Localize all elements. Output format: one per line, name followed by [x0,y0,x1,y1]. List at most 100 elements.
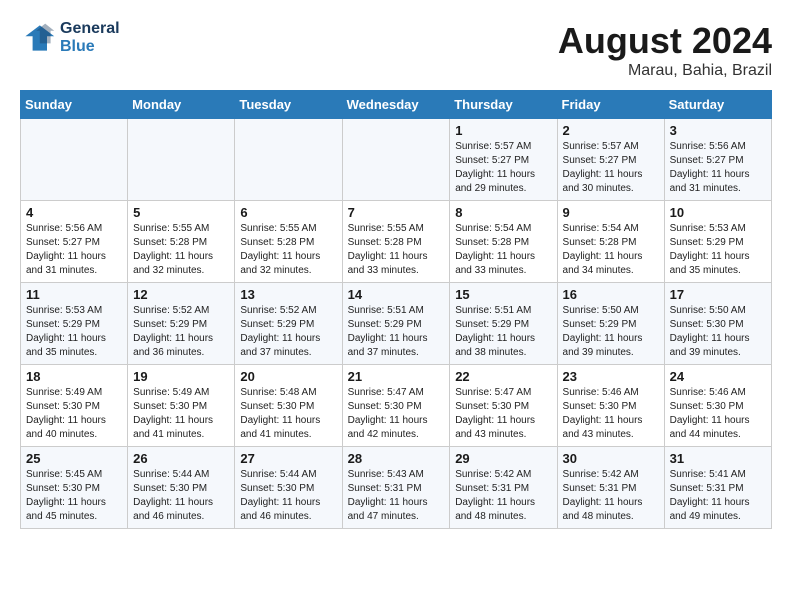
day-info: Sunrise: 5:44 AM Sunset: 5:30 PM Dayligh… [240,468,336,524]
day-number: 8 [455,205,551,220]
calendar-cell: 20 Sunrise: 5:48 AM Sunset: 5:30 PM Dayli… [235,365,342,447]
calendar-cell: 23 Sunrise: 5:46 AM Sunset: 5:30 PM Dayli… [557,365,664,447]
month-title: August 2024 [558,20,772,62]
calendar-cell: 5 Sunrise: 5:55 AM Sunset: 5:28 PM Daylig… [128,201,235,283]
weekday-header-thursday: Thursday [450,91,557,119]
day-info: Sunrise: 5:45 AM Sunset: 5:30 PM Dayligh… [26,468,122,524]
day-number: 28 [348,451,445,466]
calendar-cell: 19 Sunrise: 5:49 AM Sunset: 5:30 PM Dayli… [128,365,235,447]
day-info: Sunrise: 5:46 AM Sunset: 5:30 PM Dayligh… [670,386,766,442]
day-info: Sunrise: 5:51 AM Sunset: 5:29 PM Dayligh… [455,304,551,360]
day-number: 2 [563,123,659,138]
day-number: 12 [133,287,229,302]
day-number: 17 [670,287,766,302]
weekday-header-monday: Monday [128,91,235,119]
day-info: Sunrise: 5:49 AM Sunset: 5:30 PM Dayligh… [133,386,229,442]
day-number: 6 [240,205,336,220]
weekday-header-row: SundayMondayTuesdayWednesdayThursdayFrid… [21,91,772,119]
day-number: 20 [240,369,336,384]
calendar-cell: 15 Sunrise: 5:51 AM Sunset: 5:29 PM Dayli… [450,283,557,365]
calendar-cell: 4 Sunrise: 5:56 AM Sunset: 5:27 PM Daylig… [21,201,128,283]
day-info: Sunrise: 5:46 AM Sunset: 5:30 PM Dayligh… [563,386,659,442]
day-info: Sunrise: 5:52 AM Sunset: 5:29 PM Dayligh… [240,304,336,360]
day-number: 30 [563,451,659,466]
calendar-table: SundayMondayTuesdayWednesdayThursdayFrid… [20,90,772,529]
day-info: Sunrise: 5:50 AM Sunset: 5:29 PM Dayligh… [563,304,659,360]
calendar-cell [342,119,450,201]
day-number: 25 [26,451,122,466]
calendar-cell: 22Sunrise: 5:47 AM Sunset: 5:30 PM Dayli… [450,365,557,447]
calendar-cell: 2Sunrise: 5:57 AM Sunset: 5:27 PM Daylig… [557,119,664,201]
day-info: Sunrise: 5:49 AM Sunset: 5:30 PM Dayligh… [26,386,122,442]
calendar-cell [21,119,128,201]
day-number: 15 [455,287,551,302]
day-info: Sunrise: 5:55 AM Sunset: 5:28 PM Dayligh… [133,222,229,278]
weekday-header-saturday: Saturday [664,91,771,119]
calendar-cell: 9 Sunrise: 5:54 AM Sunset: 5:28 PM Daylig… [557,201,664,283]
weekday-header-tuesday: Tuesday [235,91,342,119]
day-info: Sunrise: 5:54 AM Sunset: 5:28 PM Dayligh… [563,222,659,278]
day-info: Sunrise: 5:41 AM Sunset: 5:31 PM Dayligh… [670,468,766,524]
day-number: 24 [670,369,766,384]
title-block: August 2024 Marau, Bahia, Brazil [558,20,772,80]
day-number: 18 [26,369,122,384]
day-info: Sunrise: 5:55 AM Sunset: 5:28 PM Dayligh… [240,222,336,278]
day-info: Sunrise: 5:56 AM Sunset: 5:27 PM Dayligh… [670,140,766,196]
calendar-cell: 24 Sunrise: 5:46 AM Sunset: 5:30 PM Dayli… [664,365,771,447]
calendar-week-4: 18 Sunrise: 5:49 AM Sunset: 5:30 PM Dayli… [21,365,772,447]
day-info: Sunrise: 5:48 AM Sunset: 5:30 PM Dayligh… [240,386,336,442]
day-info: Sunrise: 5:56 AM Sunset: 5:27 PM Dayligh… [26,222,122,278]
day-number: 9 [563,205,659,220]
calendar-week-2: 4 Sunrise: 5:56 AM Sunset: 5:27 PM Daylig… [21,201,772,283]
calendar-cell: 11 Sunrise: 5:53 AM Sunset: 5:29 PM Dayli… [21,283,128,365]
weekday-header-sunday: Sunday [21,91,128,119]
day-number: 21 [348,369,445,384]
calendar-cell: 12Sunrise: 5:52 AM Sunset: 5:29 PM Dayli… [128,283,235,365]
day-number: 3 [670,123,766,138]
day-info: Sunrise: 5:43 AM Sunset: 5:31 PM Dayligh… [348,468,445,524]
day-number: 31 [670,451,766,466]
day-number: 23 [563,369,659,384]
calendar-cell: 6 Sunrise: 5:55 AM Sunset: 5:28 PM Daylig… [235,201,342,283]
logo-text: General Blue [60,20,120,56]
calendar-cell: 17 Sunrise: 5:50 AM Sunset: 5:30 PM Dayli… [664,283,771,365]
day-info: Sunrise: 5:47 AM Sunset: 5:30 PM Dayligh… [455,386,551,442]
day-number: 11 [26,287,122,302]
calendar-cell: 30Sunrise: 5:42 AM Sunset: 5:31 PM Dayli… [557,447,664,529]
calendar-cell: 7 Sunrise: 5:55 AM Sunset: 5:28 PM Daylig… [342,201,450,283]
day-info: Sunrise: 5:44 AM Sunset: 5:30 PM Dayligh… [133,468,229,524]
calendar-cell: 25 Sunrise: 5:45 AM Sunset: 5:30 PM Dayli… [21,447,128,529]
day-info: Sunrise: 5:55 AM Sunset: 5:28 PM Dayligh… [348,222,445,278]
weekday-header-friday: Friday [557,91,664,119]
day-number: 19 [133,369,229,384]
day-number: 4 [26,205,122,220]
day-info: Sunrise: 5:47 AM Sunset: 5:30 PM Dayligh… [348,386,445,442]
day-number: 13 [240,287,336,302]
calendar-week-3: 11 Sunrise: 5:53 AM Sunset: 5:29 PM Dayli… [21,283,772,365]
calendar-cell: 1 Sunrise: 5:57 AM Sunset: 5:27 PM Daylig… [450,119,557,201]
day-number: 1 [455,123,551,138]
calendar-week-1: 1 Sunrise: 5:57 AM Sunset: 5:27 PM Daylig… [21,119,772,201]
calendar-cell: 3 Sunrise: 5:56 AM Sunset: 5:27 PM Daylig… [664,119,771,201]
calendar-cell [235,119,342,201]
calendar-week-5: 25 Sunrise: 5:45 AM Sunset: 5:30 PM Dayli… [21,447,772,529]
weekday-header-wednesday: Wednesday [342,91,450,119]
day-info: Sunrise: 5:50 AM Sunset: 5:30 PM Dayligh… [670,304,766,360]
day-number: 7 [348,205,445,220]
calendar-cell: 29 Sunrise: 5:42 AM Sunset: 5:31 PM Dayli… [450,447,557,529]
day-info: Sunrise: 5:51 AM Sunset: 5:29 PM Dayligh… [348,304,445,360]
day-info: Sunrise: 5:57 AM Sunset: 5:27 PM Dayligh… [455,140,551,196]
day-info: Sunrise: 5:53 AM Sunset: 5:29 PM Dayligh… [670,222,766,278]
calendar-cell: 16 Sunrise: 5:50 AM Sunset: 5:29 PM Dayli… [557,283,664,365]
calendar-cell: 8Sunrise: 5:54 AM Sunset: 5:28 PM Daylig… [450,201,557,283]
calendar-cell [128,119,235,201]
calendar-cell: 13 Sunrise: 5:52 AM Sunset: 5:29 PM Dayli… [235,283,342,365]
page-header: General Blue August 2024 Marau, Bahia, B… [20,20,772,80]
day-number: 29 [455,451,551,466]
day-number: 16 [563,287,659,302]
day-info: Sunrise: 5:42 AM Sunset: 5:31 PM Dayligh… [455,468,551,524]
day-info: Sunrise: 5:53 AM Sunset: 5:29 PM Dayligh… [26,304,122,360]
day-number: 26 [133,451,229,466]
day-number: 27 [240,451,336,466]
day-number: 5 [133,205,229,220]
